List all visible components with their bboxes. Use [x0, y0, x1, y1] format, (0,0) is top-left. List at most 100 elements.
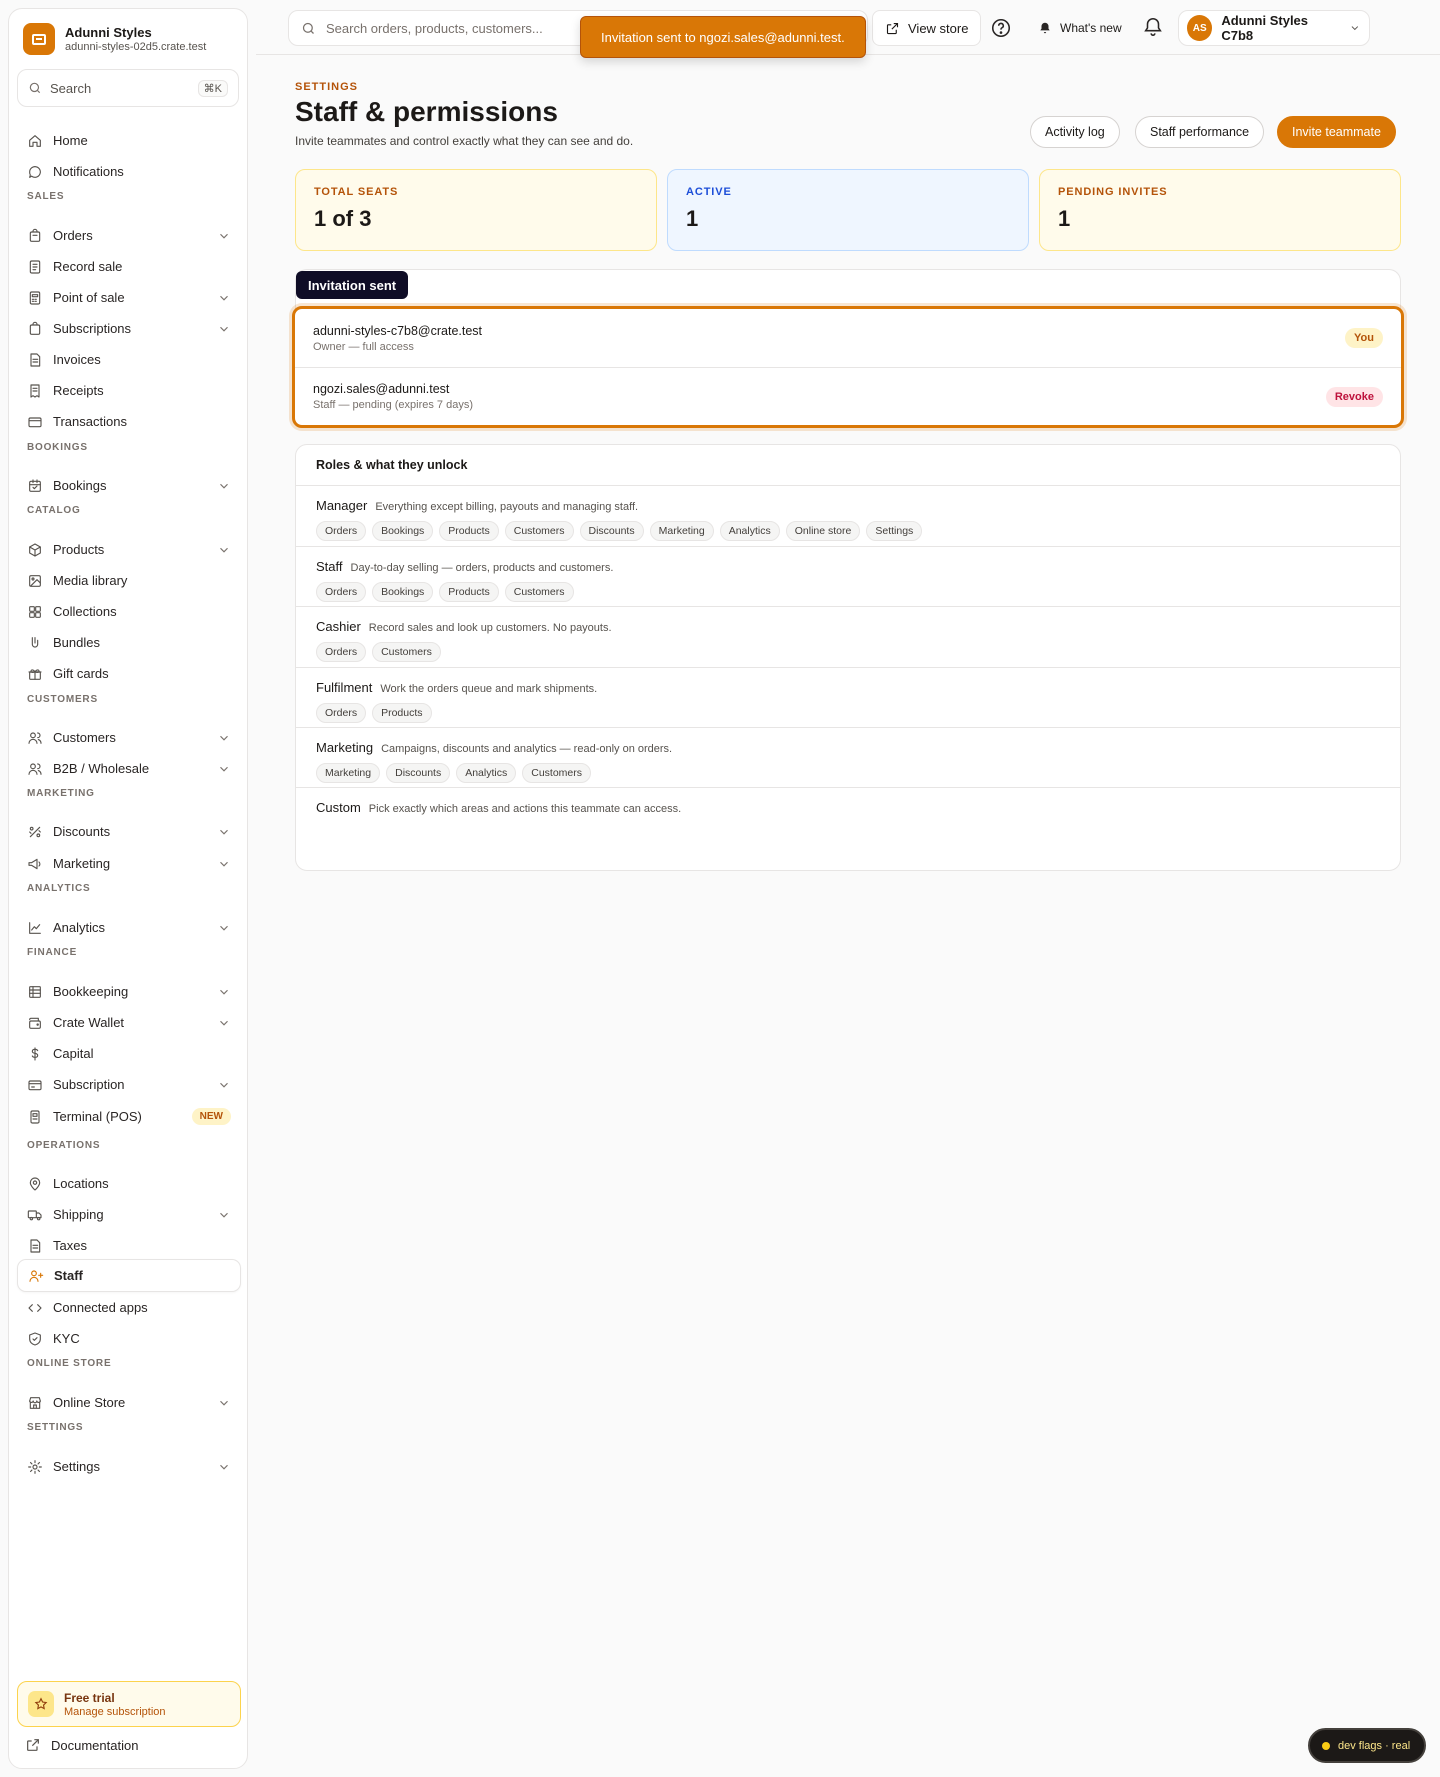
taxes-icon	[30, 1238, 41, 1253]
marketing-icon	[28, 858, 41, 869]
nav-section-bookings: BOOKINGS	[27, 442, 88, 453]
chevron-down-icon[interactable]	[217, 825, 231, 839]
sidebar-item-shipping[interactable]: Shipping	[17, 1198, 241, 1231]
sidebar-item-analytics[interactable]: Analytics	[17, 911, 241, 944]
revoke-button[interactable]: Revoke	[1325, 386, 1383, 407]
permission-chip: Customers	[372, 642, 441, 662]
brand-header[interactable]: Adunni Styles adunni-styles-02d5.crate.t…	[9, 9, 247, 67]
connected-apps-icon	[28, 1303, 42, 1312]
sidebar-item-media-library[interactable]: Media library	[17, 564, 241, 597]
sidebar-item-connected-apps[interactable]: Connected apps	[17, 1291, 241, 1324]
discounts-icon	[29, 826, 41, 837]
members-panel	[295, 269, 1401, 309]
sidebar-item-label: Crate Wallet	[53, 1015, 125, 1030]
permission-chip: Discounts	[579, 521, 644, 541]
documentation-link[interactable]: Documentation	[25, 1737, 138, 1753]
b2b-wholesale-icon	[28, 762, 42, 775]
nav-section-settings: SETTINGS	[27, 1422, 84, 1433]
sidebar-item-marketing[interactable]: Marketing	[17, 847, 241, 880]
help-icon[interactable]	[990, 17, 1012, 39]
sidebar-item-b2b-wholesale[interactable]: B2B / Wholesale	[17, 752, 241, 785]
manage-subscription-link[interactable]: Manage subscription	[64, 1706, 166, 1718]
sidebar-item-staff[interactable]: Staff	[17, 1259, 241, 1292]
chevron-down-icon[interactable]	[217, 1016, 231, 1030]
role-name: Staff	[316, 559, 343, 574]
chevron-down-icon[interactable]	[217, 1208, 231, 1222]
chevron-down-icon[interactable]	[217, 291, 231, 305]
staff-performance-button[interactable]: Staff performance	[1135, 116, 1265, 148]
sidebar-item-kyc[interactable]: KYC	[17, 1322, 241, 1355]
sidebar-item-label: Bundles	[53, 635, 100, 650]
nav-section-customers: CUSTOMERS	[27, 694, 98, 705]
activity-log-button[interactable]: Activity log	[1030, 116, 1120, 148]
chevron-down-icon[interactable]	[217, 543, 231, 557]
sidebar-item-taxes[interactable]: Taxes	[17, 1229, 241, 1262]
role-name: Marketing	[316, 740, 374, 755]
home-icon	[29, 134, 41, 147]
role-row-marketing: Marketing Campaigns, discounts and analyt…	[296, 728, 1400, 788]
role-row-staff: Staff Day-to-day selling — orders, produc…	[296, 547, 1400, 607]
permission-chip: Discounts	[386, 763, 451, 783]
notifications-bell-icon[interactable]	[1142, 16, 1164, 38]
sidebar-item-online-store[interactable]: Online Store	[17, 1386, 241, 1419]
chevron-down-icon[interactable]	[217, 1396, 231, 1410]
sidebar-item-bookings[interactable]: Bookings	[17, 469, 241, 502]
sidebar-item-locations[interactable]: Locations	[17, 1167, 241, 1200]
pending-invites-label: PENDING INVITES	[1058, 186, 1168, 198]
permission-chip: Customers	[504, 582, 574, 602]
sidebar-item-customers[interactable]: Customers	[17, 721, 241, 754]
role-name: Manager	[316, 498, 368, 513]
sidebar-item-products[interactable]: Products	[17, 533, 241, 566]
sidebar-item-label: Notifications	[53, 164, 124, 179]
chevron-down-icon[interactable]	[217, 1460, 231, 1474]
sidebar-item-notifications[interactable]: Notifications	[17, 155, 241, 188]
sidebar-item-home[interactable]: Home	[17, 124, 241, 157]
sidebar-item-crate-wallet[interactable]: Crate Wallet	[17, 1006, 241, 1039]
sidebar-item-subscription[interactable]: Subscription	[17, 1068, 241, 1101]
sidebar-item-bookkeeping[interactable]: Bookkeeping	[17, 975, 241, 1008]
orders-icon	[29, 228, 41, 242]
view-store-button[interactable]: View store	[872, 10, 982, 46]
sidebar-search[interactable]: Search ⌘K	[17, 69, 239, 107]
sidebar-item-record-sale[interactable]: Record sale	[17, 250, 241, 283]
chevron-down-icon[interactable]	[217, 1078, 231, 1092]
chevron-down-icon[interactable]	[217, 479, 231, 493]
whats-new-button[interactable]: What's new	[1038, 16, 1122, 40]
chevron-down-icon[interactable]	[217, 322, 231, 336]
free-trial-card[interactable]: Free trial Manage subscription	[17, 1681, 241, 1727]
sidebar-item-orders[interactable]: Orders	[17, 219, 241, 252]
chevron-down-icon[interactable]	[217, 229, 231, 243]
sidebar-item-label: B2B / Wholesale	[53, 761, 150, 776]
sidebar-item-bundles[interactable]: Bundles	[17, 626, 241, 659]
sidebar-item-transactions[interactable]: Transactions	[17, 405, 241, 438]
sidebar-item-label: Record sale	[53, 259, 123, 274]
member-role: Staff — pending (expires 7 days)	[313, 399, 473, 411]
permission-chip: Orders	[316, 582, 367, 602]
dev-flags-pill[interactable]: dev flags · real	[1308, 1728, 1426, 1763]
chevron-down-icon[interactable]	[217, 731, 231, 745]
sidebar-item-capital[interactable]: Capital	[17, 1037, 241, 1070]
account-menu[interactable]: AS Adunni Styles C7b8	[1178, 10, 1370, 46]
sidebar-item-receipts[interactable]: Receipts	[17, 374, 241, 407]
active-label: ACTIVE	[686, 186, 732, 198]
sidebar-item-subscriptions[interactable]: Subscriptions	[17, 312, 241, 345]
sidebar-item-point-of-sale[interactable]: Point of sale	[17, 281, 241, 314]
nav-section-online-store: ONLINE STORE	[27, 1358, 112, 1369]
sidebar-item-invoices[interactable]: Invoices	[17, 343, 241, 376]
sidebar-item-label: Invoices	[53, 352, 101, 367]
sidebar-item-discounts[interactable]: Discounts	[17, 815, 241, 848]
chevron-down-icon[interactable]	[217, 857, 231, 871]
role-row-fulfilment: Fulfilment Work the orders queue and mark…	[296, 668, 1400, 728]
member-role: Owner — full access	[313, 340, 414, 353]
sidebar-item-settings[interactable]: Settings	[17, 1450, 241, 1483]
sidebar-item-label: Subscription	[53, 1077, 125, 1092]
sidebar-item-label: Media library	[53, 573, 128, 588]
chevron-down-icon[interactable]	[217, 985, 231, 999]
sidebar-item-collections[interactable]: Collections	[17, 595, 241, 628]
member-row: ngozi.sales@adunni.test Staff — pending …	[295, 367, 1401, 425]
chevron-down-icon[interactable]	[217, 762, 231, 776]
sidebar-item-gift-cards[interactable]: Gift cards	[17, 657, 241, 690]
invite-teammate-button[interactable]: Invite teammate	[1277, 116, 1396, 148]
chevron-down-icon[interactable]	[217, 921, 231, 935]
sidebar-item-terminal-pos[interactable]: Terminal (POS) NEW	[17, 1100, 241, 1133]
